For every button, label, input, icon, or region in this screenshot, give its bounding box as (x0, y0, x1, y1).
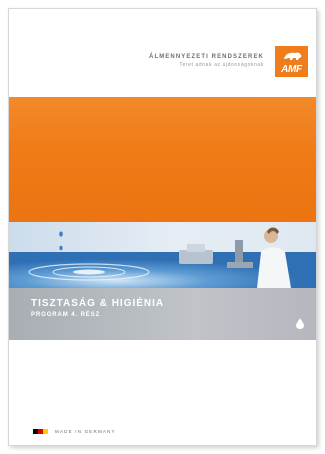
german-flag-icon (33, 429, 48, 434)
title-band: TISZTASÁG & HIGIÉNIA PROGRAM 4. RÉSZ (9, 288, 316, 340)
header-tagline: ÁLMENNYEZETI RENDSZEREK Teret adnak az ú… (149, 53, 264, 70)
water-drop-icon (296, 318, 304, 329)
brochure-cover: ÁLMENNYEZETI RENDSZEREK Teret adnak az ú… (8, 8, 317, 446)
amf-logo: AMF (275, 46, 308, 77)
program-title: TISZTASÁG & HIGIÉNIA (31, 298, 165, 309)
tagline-subtitle: Teret adnak az újdonságoknak (179, 62, 264, 68)
tagline-title: ÁLMENNYEZETI RENDSZEREK (149, 54, 264, 60)
logo-text: AMF (281, 64, 302, 75)
program-subtitle: PROGRAM 4. RÉSZ (31, 312, 101, 318)
made-in-germany-label: MADE IN GERMANY (55, 429, 116, 434)
hero-photo (9, 222, 316, 288)
orange-band (9, 97, 316, 222)
